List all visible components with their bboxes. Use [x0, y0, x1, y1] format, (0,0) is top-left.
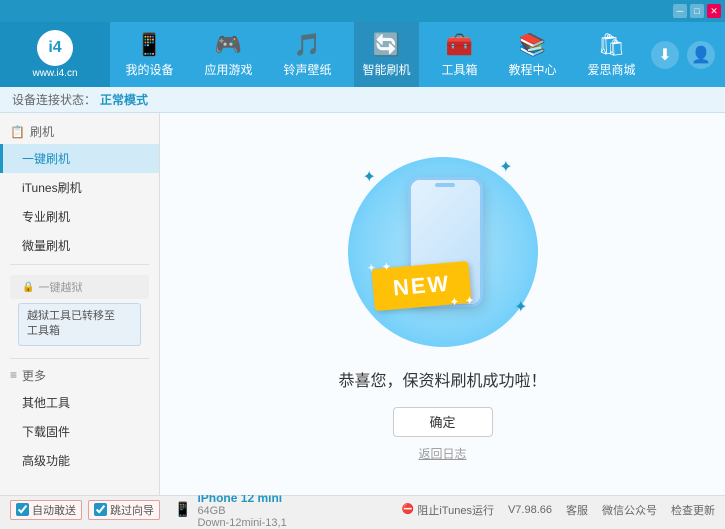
device-icon: 📱 — [174, 501, 191, 518]
close-button[interactable]: ✕ — [707, 4, 721, 18]
download-firmware-label: 下载固件 — [22, 425, 70, 439]
itunes-status: ⛔ 阻止iTunes运行 — [402, 502, 494, 518]
logo-area: i4 www.i4.cn — [0, 22, 110, 87]
sparkle-top-left: ✦ — [363, 167, 376, 187]
flash-section-label: 刷机 — [30, 123, 54, 140]
nav-my-device-label: 我的设备 — [125, 61, 173, 78]
nav-smart-flash-label: 智能刷机 — [362, 61, 410, 78]
jailbreak-lock-label: 一键越狱 — [38, 279, 82, 295]
sidebar: 📋 刷机 一键刷机 iTunes刷机 专业刷机 微量刷机 🔒 一键越狱 越狱工具… — [0, 113, 160, 495]
nav-toolbox-label: 工具箱 — [441, 61, 477, 78]
nav-ringtones-label: 铃声壁纸 — [283, 61, 331, 78]
nav-toolbox-icon: 🧰 — [446, 32, 473, 58]
nav-tutorials-label: 教程中心 — [508, 61, 556, 78]
skip-wizard-checkbox-item[interactable]: 跳过向导 — [88, 500, 160, 520]
back-to-log-link[interactable]: 返回日志 — [418, 445, 466, 462]
bottom-right: ⛔ 阻止iTunes运行 V7.98.66 客服 微信公众号 检查更新 — [402, 502, 715, 518]
logo-icon: i4 — [37, 30, 73, 66]
other-tools-label: 其他工具 — [22, 396, 70, 410]
more-section-icon: ≡ — [10, 368, 17, 382]
content-panel: ✦ ✦ ✦ ✦ ✦ NEW ✦ ✦ 恭喜您，保资料刷机成功啦！ 确定 — [160, 113, 725, 495]
sidebar-item-advanced[interactable]: 高级功能 — [0, 446, 159, 475]
auto-send-checkbox-item[interactable]: 自动敢送 — [10, 500, 82, 520]
status-label: 设备连接状态： — [12, 91, 96, 108]
sidebar-flash-header: 📋 刷机 — [0, 119, 159, 144]
new-ribbon: ✦ ✦ NEW ✦ ✦ — [371, 260, 472, 310]
more-section-label: 更多 — [22, 367, 46, 384]
sidebar-more-header: ≡ 更多 — [0, 363, 159, 388]
status-value: 正常模式 — [100, 91, 148, 108]
nav-apps-games-label: 应用游戏 — [204, 61, 252, 78]
download-button[interactable]: ⬇ — [651, 41, 679, 69]
auto-send-checkbox[interactable] — [16, 503, 29, 516]
nav-mall-label: 爱思商城 — [587, 61, 635, 78]
sidebar-item-download-firmware[interactable]: 下载固件 — [0, 417, 159, 446]
maximize-button[interactable]: □ — [690, 4, 704, 18]
micro-flash-label: 微量刷机 — [22, 239, 70, 253]
nav-smart-flash-icon: 🔄 — [373, 32, 400, 58]
nav-my-device-icon: 📱 — [136, 32, 163, 58]
new-stars-right: ✦ ✦ — [449, 295, 475, 308]
nav-ringtones-icon: 🎵 — [294, 32, 321, 58]
nav-apps-games-icon: 🎮 — [215, 32, 242, 58]
one-click-flash-label: 一键刷机 — [22, 152, 70, 166]
jailbreak-section: 🔒 一键越狱 越狱工具已转移至工具箱 — [0, 269, 159, 354]
flash-section-icon: 📋 — [10, 125, 25, 139]
nav-toolbox[interactable]: 🧰 工具箱 — [433, 22, 485, 87]
nav-my-device[interactable]: 📱 我的设备 — [117, 22, 181, 87]
sidebar-item-itunes-flash[interactable]: iTunes刷机 — [0, 173, 159, 202]
lock-icon: 🔒 — [22, 282, 34, 293]
jailbreak-lock-item: 🔒 一键越狱 — [10, 275, 149, 299]
service-link[interactable]: 客服 — [566, 502, 588, 518]
jailbreak-notice: 越狱工具已转移至工具箱 — [18, 303, 141, 346]
nav-smart-flash[interactable]: 🔄 智能刷机 — [354, 22, 418, 87]
skip-wizard-label: 跳过向导 — [110, 502, 154, 518]
sidebar-item-one-click-flash[interactable]: 一键刷机 — [0, 144, 159, 173]
wechat-link[interactable]: 微信公众号 — [602, 502, 657, 518]
bottom-bar: 自动敢送 跳过向导 📱 iPhone 12 mini 64GB Down-12m… — [0, 495, 725, 523]
sparkle-bottom-right: ✦ — [514, 297, 527, 317]
sparkle-top-right: ✦ — [499, 157, 512, 177]
auto-send-label: 自动敢送 — [32, 502, 76, 518]
phone-illustration: ✦ ✦ ✦ ✦ ✦ NEW ✦ ✦ — [343, 147, 543, 347]
sidebar-item-pro-flash[interactable]: 专业刷机 — [0, 202, 159, 231]
header: i4 www.i4.cn 📱 我的设备 🎮 应用游戏 🎵 铃声壁纸 🔄 智能刷机… — [0, 22, 725, 87]
titlebar: ─ □ ✕ — [0, 0, 725, 22]
nav-tutorials[interactable]: 📚 教程中心 — [500, 22, 564, 87]
nav-apps-games[interactable]: 🎮 应用游戏 — [196, 22, 260, 87]
user-button[interactable]: 👤 — [687, 41, 715, 69]
update-link[interactable]: 检查更新 — [671, 502, 715, 518]
nav-ringtones[interactable]: 🎵 铃声壁纸 — [275, 22, 339, 87]
pro-flash-label: 专业刷机 — [22, 210, 70, 224]
jailbreak-notice-text: 越狱工具已转移至工具箱 — [27, 310, 115, 337]
logo-url: www.i4.cn — [32, 68, 77, 79]
skip-wizard-checkbox[interactable] — [94, 503, 107, 516]
itunes-flash-label: iTunes刷机 — [22, 181, 82, 195]
stop-icon: ⛔ — [402, 504, 414, 515]
sidebar-divider-1 — [10, 264, 149, 265]
sidebar-item-micro-flash[interactable]: 微量刷机 — [0, 231, 159, 260]
device-storage: 64GB — [197, 505, 286, 517]
confirm-button[interactable]: 确定 — [393, 407, 493, 437]
nav-tutorials-icon: 📚 — [519, 32, 546, 58]
sidebar-divider-2 — [10, 358, 149, 359]
advanced-label: 高级功能 — [22, 454, 70, 468]
new-stars-left: ✦ ✦ — [366, 261, 392, 274]
confirm-button-label: 确定 — [429, 412, 455, 431]
status-bar: 设备连接状态： 正常模式 — [0, 87, 725, 113]
new-label: NEW — [391, 270, 450, 300]
main-area: 📋 刷机 一键刷机 iTunes刷机 专业刷机 微量刷机 🔒 一键越狱 越狱工具… — [0, 113, 725, 495]
minimize-button[interactable]: ─ — [673, 4, 687, 18]
nav-mall[interactable]: 🛍 爱思商城 — [579, 22, 643, 87]
success-text: 恭喜您，保资料刷机成功啦！ — [338, 367, 546, 391]
itunes-status-label: 阻止iTunes运行 — [417, 502, 494, 518]
phone-notch — [435, 183, 455, 187]
nav-bar: 📱 我的设备 🎮 应用游戏 🎵 铃声壁纸 🔄 智能刷机 🧰 工具箱 📚 教程中心… — [110, 22, 651, 87]
header-right: ⬇ 👤 — [651, 41, 725, 69]
version-label: V7.98.66 — [508, 504, 552, 516]
sidebar-item-other-tools[interactable]: 其他工具 — [0, 388, 159, 417]
nav-mall-icon: 🛍 — [598, 32, 626, 58]
